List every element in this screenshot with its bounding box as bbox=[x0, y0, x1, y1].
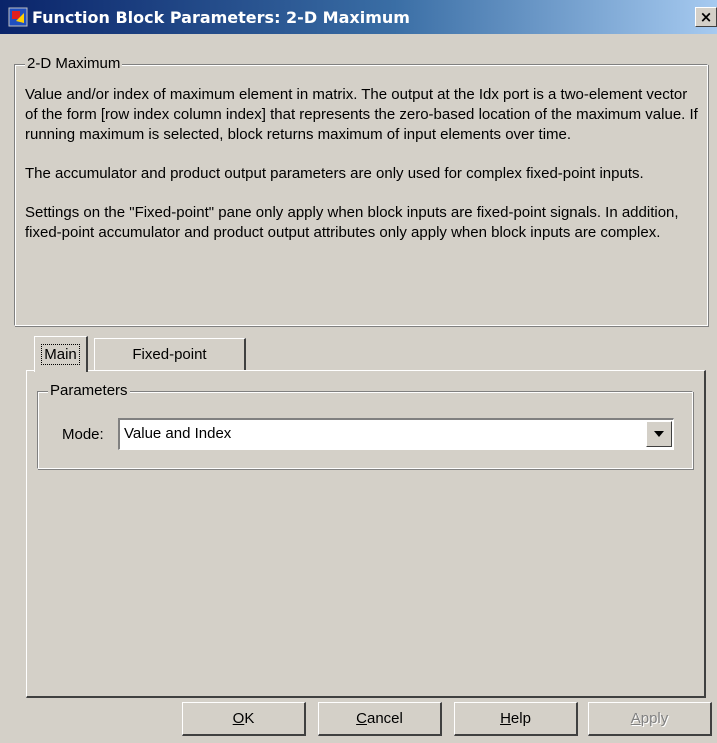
apply-button[interactable]: Apply bbox=[588, 702, 712, 736]
mode-dropdown[interactable]: Value and Index bbox=[118, 418, 674, 450]
description-paragraph: The accumulator and product output param… bbox=[25, 165, 644, 182]
dropdown-button[interactable] bbox=[646, 421, 672, 447]
cancel-label-rest: ancel bbox=[366, 709, 403, 727]
parameters-group-label: Parameters bbox=[48, 382, 130, 399]
ok-button[interactable]: OK bbox=[182, 702, 306, 736]
main-tab-panel: Parameters Mode: Value and Index bbox=[26, 370, 706, 698]
ok-mnemonic: O bbox=[232, 709, 245, 727]
mode-label: Mode: bbox=[62, 426, 104, 443]
description-group-label: 2-D Maximum bbox=[25, 55, 123, 72]
help-mnemonic: H bbox=[500, 709, 511, 727]
help-label-rest: elp bbox=[510, 709, 531, 727]
apply-label-rest: pply bbox=[640, 709, 669, 727]
ok-label-rest: K bbox=[244, 709, 255, 727]
simulink-block-icon bbox=[8, 7, 28, 27]
close-button[interactable]: × bbox=[695, 7, 717, 27]
window-title: Function Block Parameters: 2-D Maximum bbox=[32, 7, 410, 27]
help-button[interactable]: Help bbox=[454, 702, 578, 736]
description-group: 2-D Maximum Value and/or index of maximu… bbox=[14, 55, 708, 326]
close-icon: × bbox=[699, 8, 713, 26]
tab-fixed-point-label: Fixed-point bbox=[132, 346, 207, 363]
description-paragraph: Settings on the "Fixed-point" pane only … bbox=[25, 204, 679, 241]
parameters-group: Parameters Mode: Value and Index bbox=[37, 382, 693, 469]
title-bar: Function Block Parameters: 2-D Maximum × bbox=[0, 0, 717, 34]
block-description: Value and/or index of maximum element in… bbox=[25, 85, 701, 262]
tab-fixed-point[interactable]: Fixed-point bbox=[94, 338, 246, 370]
description-paragraph: Value and/or index of maximum element in… bbox=[25, 86, 698, 143]
cancel-button[interactable]: Cancel bbox=[318, 702, 442, 736]
tab-main-label: Main bbox=[41, 344, 80, 365]
cancel-mnemonic: C bbox=[356, 709, 367, 727]
chevron-down-icon bbox=[654, 431, 664, 437]
tab-main[interactable]: Main bbox=[34, 336, 88, 372]
mode-selected-value: Value and Index bbox=[124, 425, 232, 442]
apply-mnemonic: A bbox=[630, 709, 641, 727]
